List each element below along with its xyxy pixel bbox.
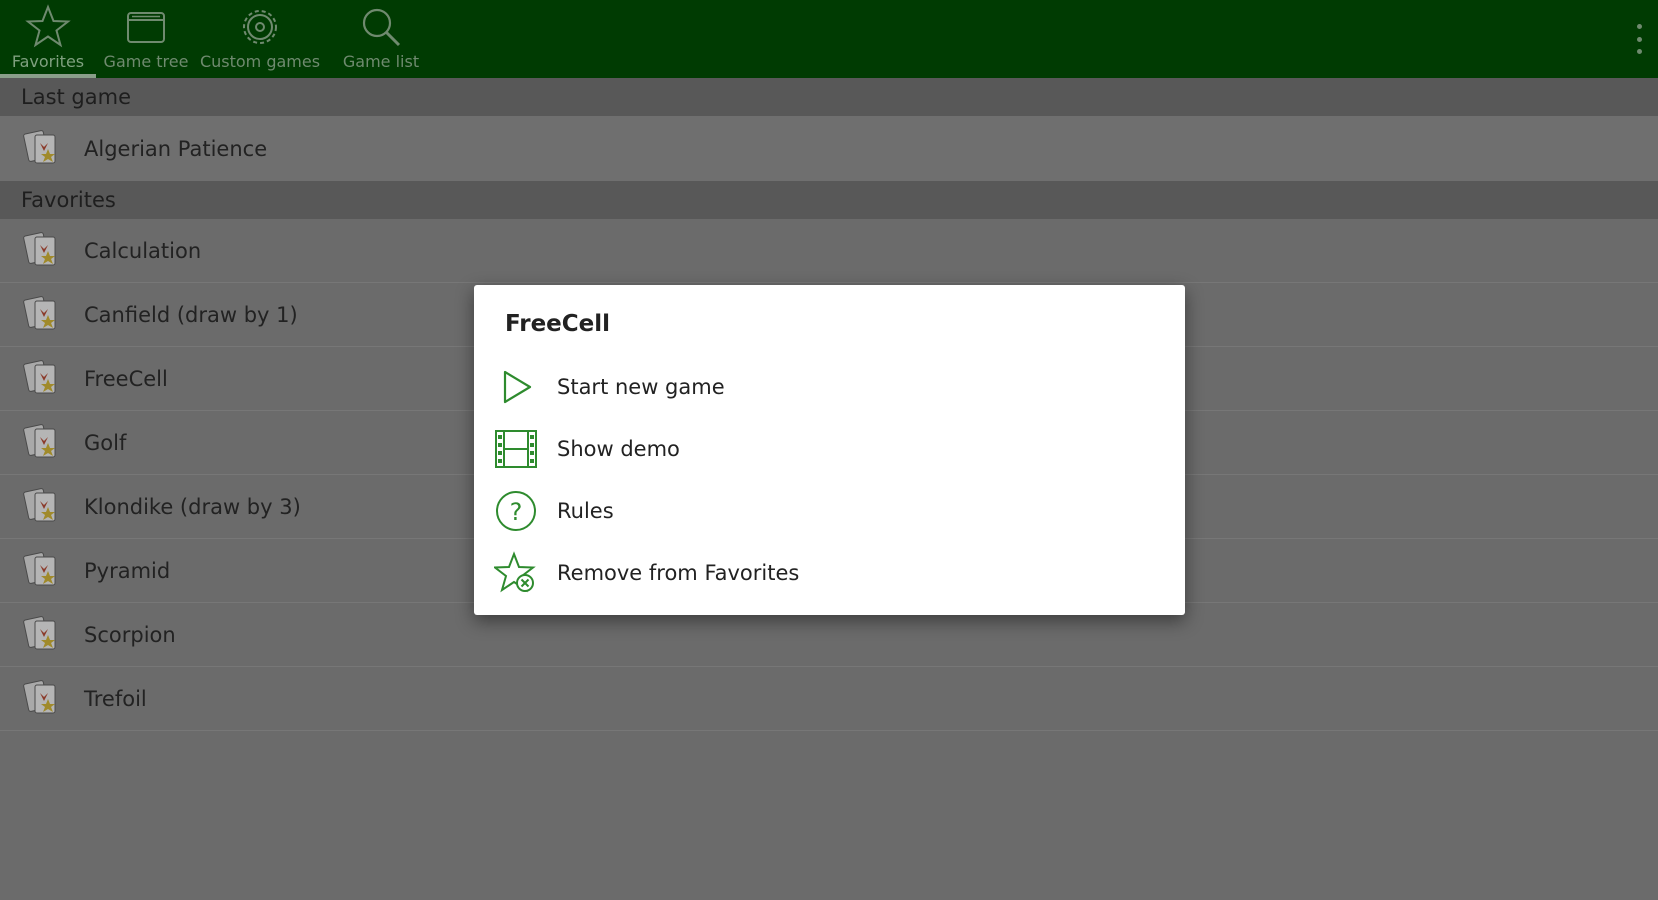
more-vert-icon[interactable] bbox=[1634, 24, 1644, 54]
cards-icon bbox=[23, 487, 56, 521]
game-options-dialog: FreeCell Start new game Show demo ? Rule… bbox=[474, 285, 1185, 615]
game-name: Trefoil bbox=[84, 686, 147, 711]
list-item[interactable]: Algerian Patience bbox=[0, 116, 1658, 181]
tab-custom-games-label: Custom games bbox=[199, 52, 321, 71]
cards-icon bbox=[23, 551, 56, 585]
cards-icon bbox=[23, 359, 56, 393]
cards-icon bbox=[23, 231, 56, 265]
menu-label: Show demo bbox=[557, 437, 680, 461]
star-remove-icon bbox=[494, 551, 536, 593]
tab-game-tree[interactable]: Game tree bbox=[96, 0, 196, 78]
gear-icon bbox=[243, 10, 277, 44]
play-icon bbox=[503, 370, 532, 404]
tab-game-tree-label: Game tree bbox=[103, 52, 189, 71]
list-item[interactable]: Calculation bbox=[0, 219, 1658, 283]
rules-button[interactable]: ? Rules bbox=[494, 483, 1165, 539]
search-icon bbox=[362, 8, 401, 47]
cards-icon bbox=[23, 615, 56, 649]
help-circle-icon: ? bbox=[496, 491, 536, 531]
list-item[interactable]: Trefoil bbox=[0, 667, 1658, 731]
start-new-game-button[interactable]: Start new game bbox=[494, 359, 1165, 415]
folder-icon bbox=[127, 12, 165, 43]
game-name: Algerian Patience bbox=[84, 136, 268, 161]
tab-favorites-label: Favorites bbox=[11, 52, 85, 71]
game-name: Canfield (draw by 1) bbox=[84, 302, 298, 327]
top-toolbar: Favorites Game tree Custom games Game li… bbox=[0, 0, 1658, 78]
cards-icon bbox=[23, 423, 56, 457]
tab-game-list[interactable]: Game list bbox=[324, 0, 438, 78]
game-name: FreeCell bbox=[84, 366, 168, 391]
tab-custom-games[interactable]: Custom games bbox=[196, 0, 324, 78]
menu-label: Remove from Favorites bbox=[557, 561, 800, 585]
game-name: Calculation bbox=[84, 238, 202, 263]
section-header-last-game: Last game bbox=[0, 78, 1658, 116]
svg-text:?: ? bbox=[510, 498, 523, 526]
game-name: Scorpion bbox=[84, 622, 176, 647]
menu-label: Rules bbox=[557, 499, 614, 523]
game-name: Pyramid bbox=[84, 558, 171, 583]
tab-game-list-label: Game list bbox=[342, 52, 420, 71]
cards-icon bbox=[23, 129, 56, 163]
show-demo-button[interactable]: Show demo bbox=[494, 421, 1165, 477]
game-name: Klondike (draw by 3) bbox=[84, 494, 301, 519]
menu-label: Start new game bbox=[557, 375, 725, 399]
app-root: Favorites Game tree Custom games Game li… bbox=[0, 0, 1658, 900]
film-icon bbox=[495, 430, 537, 468]
cards-icon bbox=[23, 295, 56, 329]
cards-icon bbox=[23, 679, 56, 713]
star-icon bbox=[25, 4, 71, 48]
dialog-title: FreeCell bbox=[505, 311, 611, 337]
section-header-favorites: Favorites bbox=[0, 181, 1658, 219]
remove-from-favorites-button[interactable]: Remove from Favorites bbox=[494, 545, 1165, 601]
tab-favorites[interactable]: Favorites bbox=[0, 0, 96, 78]
game-name: Golf bbox=[84, 430, 127, 455]
